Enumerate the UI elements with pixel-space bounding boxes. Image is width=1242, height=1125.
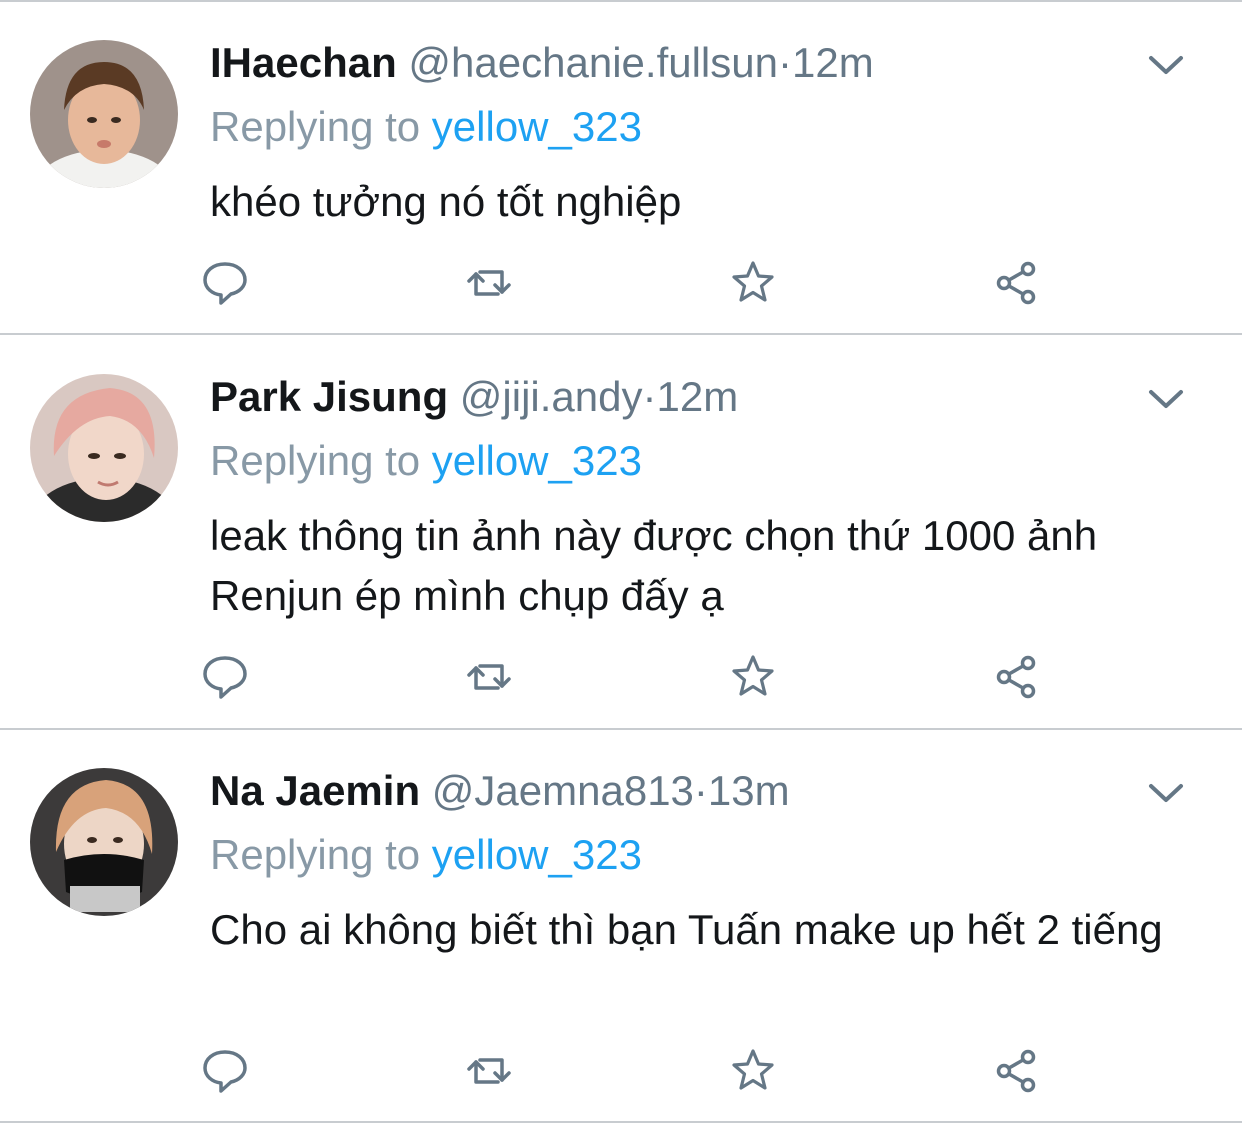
display-name[interactable]: Na Jaemin xyxy=(210,767,420,814)
avatar[interactable] xyxy=(30,768,178,916)
timestamp[interactable]: 13m xyxy=(708,767,790,814)
share-icon[interactable] xyxy=(992,1046,1042,1096)
replying-to-user[interactable]: yellow_323 xyxy=(432,831,642,878)
tweet[interactable]: Na Jaemin @Jaemna813·13m Replying to yel… xyxy=(0,0,1242,1125)
tweet-text: Cho ai không biết thì bạn Tuấn make up h… xyxy=(210,906,1163,953)
retweet-icon[interactable] xyxy=(464,1046,514,1096)
star-icon[interactable] xyxy=(728,1046,778,1096)
separator-dot: · xyxy=(693,767,708,814)
replying-to: Replying to yellow_323 xyxy=(210,830,642,880)
user-handle[interactable]: @Jaemna813 xyxy=(432,767,694,814)
reply-icon[interactable] xyxy=(200,1046,250,1096)
action-bar xyxy=(0,1046,1242,1096)
replying-to-label: Replying to xyxy=(210,831,421,878)
chevron-down-icon[interactable] xyxy=(1146,778,1186,808)
divider xyxy=(0,1121,1242,1123)
tweet-header: Na Jaemin @Jaemna813·13m xyxy=(210,766,790,816)
